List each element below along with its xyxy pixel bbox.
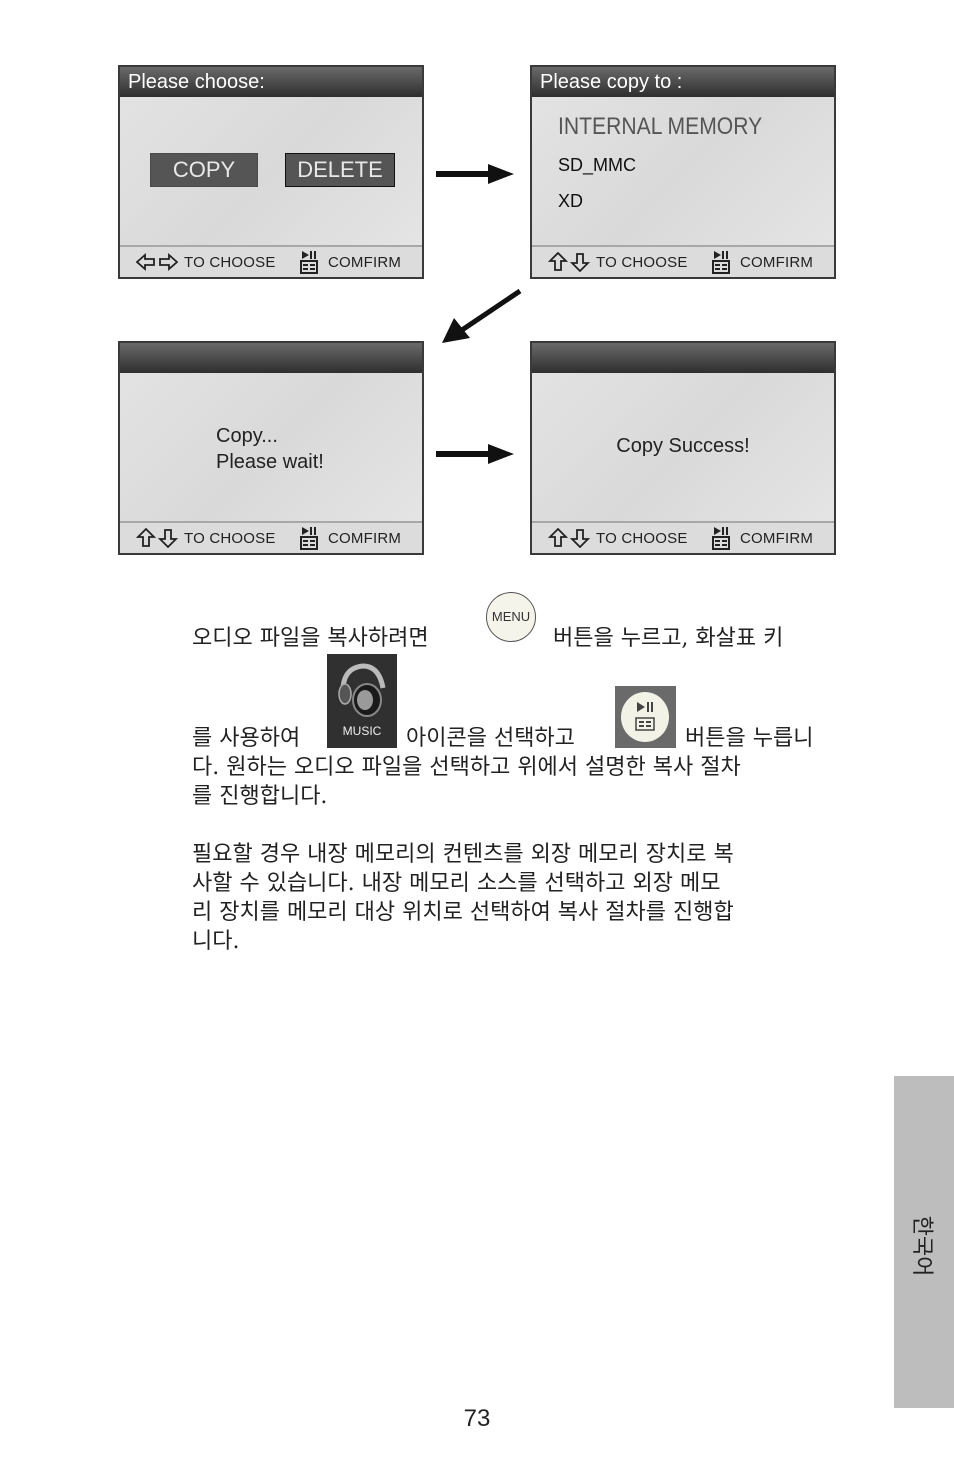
menu-icon-label: MENU xyxy=(491,609,531,624)
option-sd-mmc[interactable]: SD_MMC xyxy=(558,155,636,176)
paragraph-2-line4: 니다. xyxy=(192,929,240,954)
play-menu-icon xyxy=(635,702,655,731)
headphones-icon xyxy=(338,663,386,717)
screen-choose: Please choose: COPY DELETE TO CHOOSE COM… xyxy=(118,65,424,279)
paragraph-2-line3: 리 장치를 메모리 대상 위치로 선택하여 복사 절차를 진행합 xyxy=(192,900,734,925)
paragraph-1-line3: 다. 원하는 오디오 파일을 선택하고 위에서 설명한 복사 절차 xyxy=(192,755,741,780)
confirm-label: COMFIRM xyxy=(328,253,402,271)
down-arrow-icon xyxy=(158,529,178,548)
nav-label: TO CHOOSE xyxy=(184,529,276,547)
page-number: 73 xyxy=(463,1405,491,1432)
language-tab-label: 한국어 xyxy=(909,1215,934,1277)
flow-arrow-right-icon xyxy=(436,444,514,464)
play-menu-icon xyxy=(300,251,318,274)
flow-arrow-diagonal-icon xyxy=(442,288,522,343)
paragraph-1-line2b: 아이콘을 선택하고 xyxy=(406,726,575,751)
music-icon: MUSIC xyxy=(327,654,397,748)
paragraph-1-line2c: 버튼을 누릅니 xyxy=(685,726,814,751)
copying-message: Copy... Please wait! xyxy=(216,423,324,475)
paragraph-1-line4: 를 진행합니다. xyxy=(192,784,328,809)
flow-arrow-right-icon xyxy=(436,164,514,184)
paragraph-1-line1b: 버튼을 누르고, 화살표 키 xyxy=(553,626,784,651)
confirm-label: COMFIRM xyxy=(328,529,402,547)
screen-footer: TO CHOOSE COMFIRM xyxy=(532,521,834,553)
play-menu-icon xyxy=(300,527,318,550)
menu-button-icon: MENU xyxy=(486,592,536,642)
play-confirm-button-icon xyxy=(615,686,676,748)
up-arrow-icon xyxy=(548,528,568,547)
left-arrow-icon xyxy=(136,253,155,271)
paragraph-1-line2a: 를 사용하여 xyxy=(192,726,301,751)
screen-title: Please copy to : xyxy=(532,67,834,97)
option-xd[interactable]: XD xyxy=(558,191,583,212)
success-message: Copy Success! xyxy=(616,435,750,457)
nav-label: TO CHOOSE xyxy=(596,529,688,547)
screen-success: Copy Success! TO CHOOSE COMFIRM xyxy=(530,341,836,555)
paragraph-2-line1: 필요할 경우 내장 메모리의 컨텐츠를 외장 메모리 장치로 복 xyxy=(192,842,734,867)
up-arrow-icon xyxy=(136,528,156,547)
screen-footer: TO CHOOSE COMFIRM xyxy=(120,245,422,277)
option-internal-memory[interactable]: INTERNAL MEMORY xyxy=(558,113,762,141)
delete-button[interactable]: DELETE xyxy=(285,153,395,187)
paragraph-2-line2: 사할 수 있습니다. 내장 메모리 소스를 선택하고 외장 메모 xyxy=(192,871,721,896)
confirm-label: COMFIRM xyxy=(740,529,814,547)
nav-label: TO CHOOSE xyxy=(596,253,688,271)
copying-line2: Please wait! xyxy=(216,451,324,473)
copying-line1: Copy... xyxy=(216,425,278,447)
confirm-label: COMFIRM xyxy=(740,253,814,271)
right-arrow-icon xyxy=(159,253,178,271)
play-menu-icon xyxy=(712,251,730,274)
screen-copying: Copy... Please wait! TO CHOOSE COMFIRM xyxy=(118,341,424,555)
nav-label: TO CHOOSE xyxy=(184,253,276,271)
screen-title xyxy=(120,343,422,373)
language-tab: 한국어 xyxy=(894,1076,954,1408)
music-icon-label: MUSIC xyxy=(342,724,382,738)
down-arrow-icon xyxy=(570,529,590,548)
screen-title: Please choose: xyxy=(120,67,422,97)
screen-footer: TO CHOOSE COMFIRM xyxy=(532,245,834,277)
down-arrow-icon xyxy=(570,253,590,272)
screen-copy-to: Please copy to : INTERNAL MEMORY SD_MMC … xyxy=(530,65,836,279)
screen-footer: TO CHOOSE COMFIRM xyxy=(120,521,422,553)
up-arrow-icon xyxy=(548,252,568,271)
screen-title xyxy=(532,343,834,373)
copy-button[interactable]: COPY xyxy=(150,153,258,187)
play-menu-icon xyxy=(712,527,730,550)
